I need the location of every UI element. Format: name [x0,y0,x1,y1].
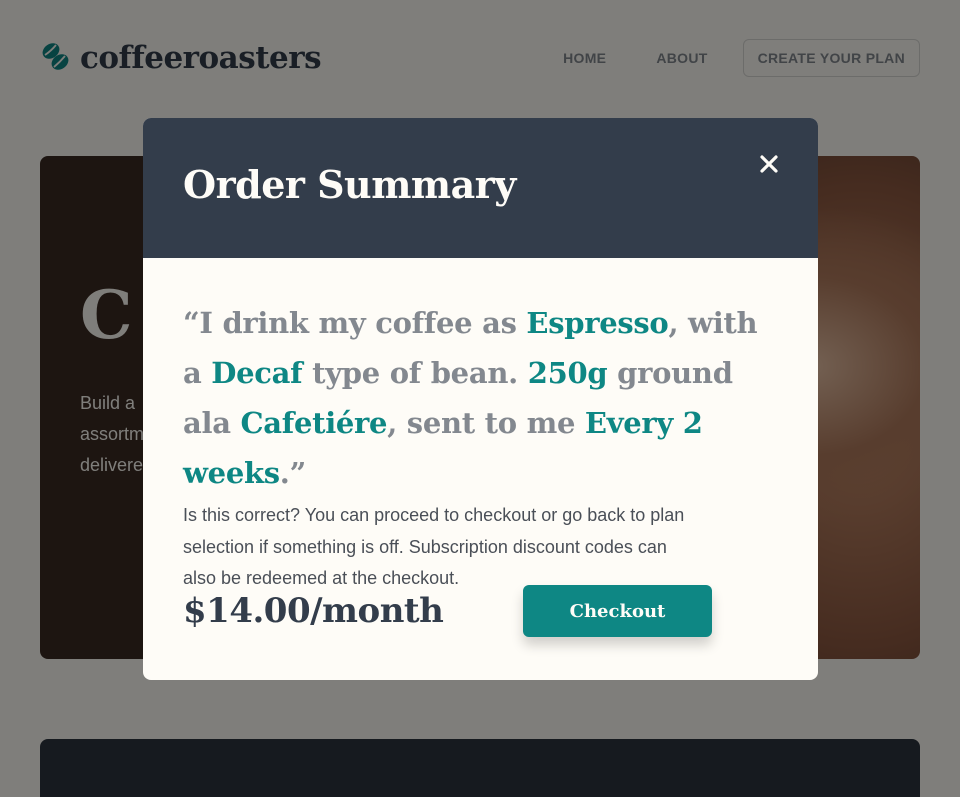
modal-footer: $14.00/month Checkout [183,585,713,637]
summary-text: I drink my coffee as [199,306,527,340]
summary-text: , sent to me [387,406,585,440]
modal-body: “I drink my coffee as Espresso, with a D… [183,298,783,595]
order-summary-text: “I drink my coffee as Espresso, with a D… [183,298,783,498]
quote-mark: ” [289,456,307,490]
modal-header: Order Summary [143,118,818,258]
price-label: $14.00/month [183,591,444,631]
close-button[interactable] [755,152,783,180]
confirmation-note: Is this correct? You can proceed to chec… [183,505,685,588]
checkout-button[interactable]: Checkout [523,585,712,637]
order-summary-modal: Order Summary “I drink my coffee as Espr… [143,118,818,680]
bean-type-value: Decaf [211,356,303,390]
summary-text: type of bean. [302,356,528,390]
preference-value: Espresso [526,306,669,340]
quote-mark: “ [183,306,200,340]
modal-title: Order Summary [183,162,516,207]
summary-text: . [279,456,290,490]
close-icon [760,154,778,178]
grind-value: Cafetiére [240,406,388,440]
quantity-value: 250g [527,356,608,390]
